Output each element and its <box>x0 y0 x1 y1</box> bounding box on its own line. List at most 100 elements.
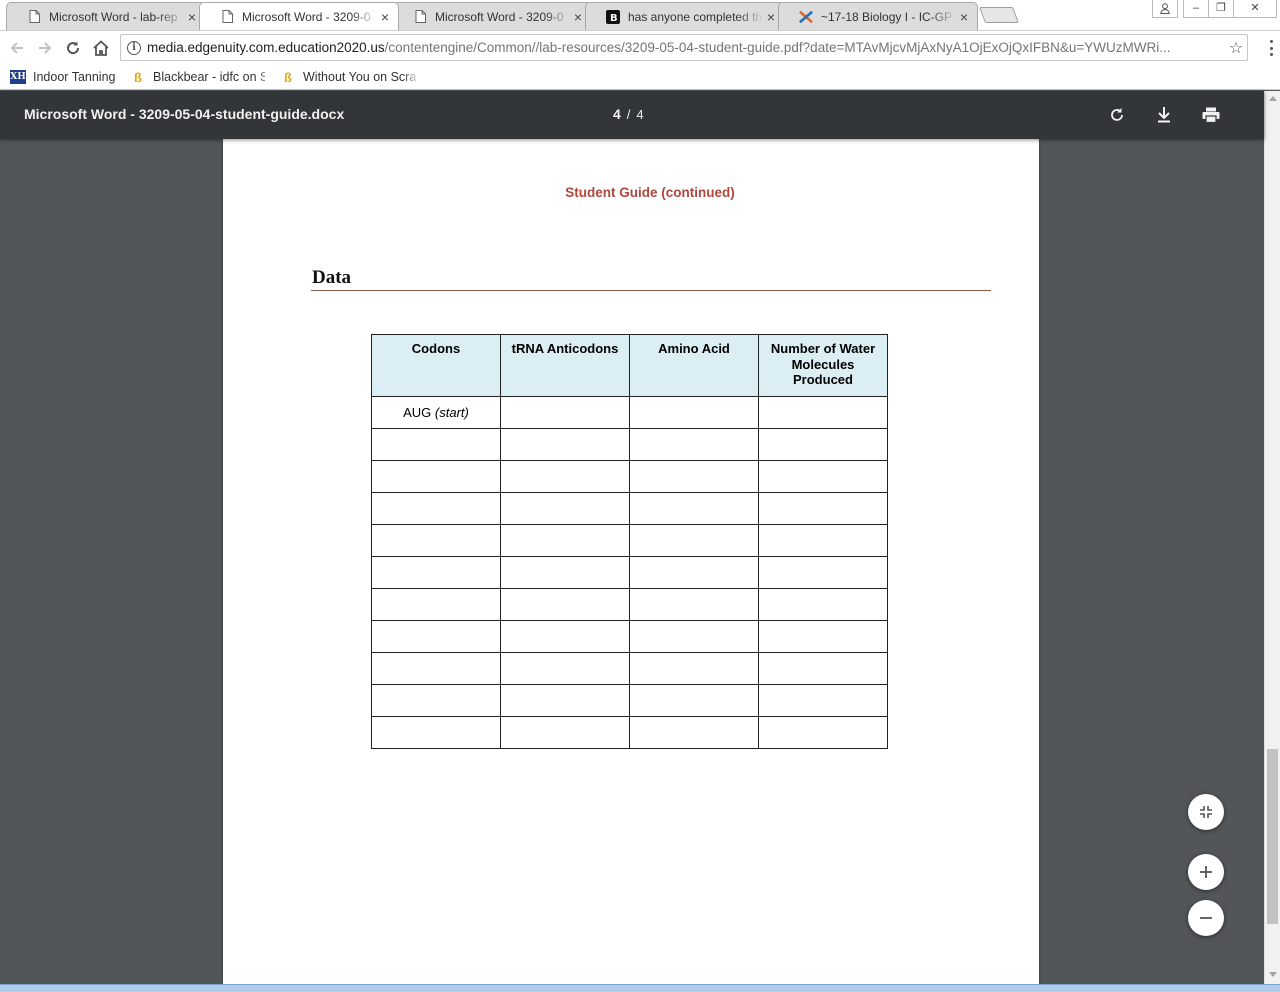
table-row <box>371 460 888 493</box>
tab-title: Microsoft Word - 3209-0 <box>435 9 564 24</box>
vertical-scrollbar[interactable] <box>1264 91 1280 984</box>
browser-menu-icon[interactable] <box>1268 40 1274 56</box>
document-icon <box>413 10 427 24</box>
document-title: Microsoft Word - 3209-05-04-student-guid… <box>24 106 345 122</box>
column-header: tRNA Anticodons <box>500 334 630 397</box>
forward-arrow-icon <box>39 42 52 54</box>
table-cell <box>629 428 759 461</box>
download-button[interactable] <box>1153 104 1175 126</box>
close-icon[interactable]: × <box>185 10 199 24</box>
table-row <box>371 524 888 557</box>
table-row <box>371 620 888 653</box>
home-button[interactable] <box>90 37 112 59</box>
browser-tab[interactable]: Microsoft Word - 3209-0 × <box>392 2 592 30</box>
scroll-up-arrow-icon[interactable] <box>1269 96 1277 101</box>
data-table: Codons tRNA Anticodons Amino Acid Number… <box>371 334 888 749</box>
table-cell <box>371 684 501 717</box>
table-row <box>371 684 888 717</box>
close-icon[interactable]: × <box>957 10 971 24</box>
table-row: AUG (start) <box>371 396 888 429</box>
url-host: media.edgenuity.com.education2020.us <box>147 40 385 55</box>
table-row <box>371 428 888 461</box>
browser-tab[interactable]: B has anyone completed th × <box>585 2 785 30</box>
info-icon[interactable]: i <box>127 40 141 55</box>
pdf-viewport[interactable]: Student Guide (continued) Data Codons tR… <box>0 91 1264 984</box>
close-icon[interactable]: × <box>764 10 778 24</box>
rotate-button[interactable] <box>1106 104 1128 126</box>
bookmarks-bar: XH Indoor Tanning ß Blackbear - idfc on … <box>0 64 1280 90</box>
table-cell <box>371 716 501 749</box>
table-cell <box>629 460 759 493</box>
table-cell <box>500 492 630 525</box>
fit-page-button[interactable] <box>1188 794 1224 830</box>
browser-tab-active[interactable]: Microsoft Word - 3209-0 × <box>199 2 399 30</box>
browser-tab[interactable]: ~17-18 Biology I - IC-GP × <box>778 2 978 30</box>
table-cell <box>629 716 759 749</box>
table-cell <box>629 492 759 525</box>
reload-icon <box>67 41 80 55</box>
table-cell <box>500 524 630 557</box>
table-cell <box>371 652 501 685</box>
table-cell <box>758 556 888 589</box>
bookmark-label: Blackbear - idfc on Sc <box>153 70 265 84</box>
download-icon <box>1158 107 1170 123</box>
zoom-out-button[interactable] <box>1188 900 1224 936</box>
total-pages: 4 <box>636 107 644 122</box>
table-cell <box>500 620 630 653</box>
close-icon[interactable]: × <box>378 10 392 24</box>
url-text[interactable]: media.edgenuity.com.education2020.us/con… <box>147 40 1225 55</box>
new-tab-button[interactable] <box>979 7 1019 23</box>
bookmark-star-icon[interactable]: ☆ <box>1225 38 1247 58</box>
table-cell <box>371 428 501 461</box>
rotate-icon <box>1111 108 1123 121</box>
back-button[interactable] <box>6 37 28 59</box>
taskbar <box>0 984 1280 992</box>
bookmark-item[interactable]: XH Indoor Tanning <box>10 68 122 86</box>
codon-value: AUG <box>403 405 432 420</box>
profile-icon[interactable] <box>1152 0 1178 18</box>
print-button[interactable] <box>1200 104 1222 126</box>
table-cell <box>758 460 888 493</box>
table-cell <box>629 652 759 685</box>
document-icon <box>27 10 41 24</box>
table-cell <box>758 428 888 461</box>
restore-button[interactable]: ❐ <box>1208 0 1234 18</box>
table-cell <box>629 588 759 621</box>
table-cell <box>500 428 630 461</box>
reload-button[interactable] <box>62 37 84 59</box>
table-cell <box>629 684 759 717</box>
forward-button[interactable] <box>34 37 56 59</box>
bookmark-item[interactable]: ß Without You on Scrat <box>280 68 416 86</box>
address-bar[interactable]: i media.edgenuity.com.education2020.us/c… <box>120 34 1248 61</box>
table-cell <box>500 556 630 589</box>
page-indicator: 4 / 4 <box>613 106 644 122</box>
scroll-down-arrow-icon[interactable] <box>1269 972 1277 977</box>
table-row <box>371 492 888 525</box>
table-cell <box>758 588 888 621</box>
section-title: Data <box>312 267 352 288</box>
table-cell <box>500 652 630 685</box>
browser-tab[interactable]: Microsoft Word - lab-rep × <box>6 2 206 30</box>
plus-icon <box>1200 866 1212 878</box>
zoom-in-button[interactable] <box>1188 854 1224 890</box>
bookmark-item[interactable]: ß Blackbear - idfc on Sc <box>130 68 265 86</box>
bookmark-label: Without You on Scrat <box>303 70 416 84</box>
table-cell <box>758 620 888 653</box>
tab-strip: Microsoft Word - lab-rep × Microsoft Wor… <box>0 0 1280 30</box>
scroll-thumb[interactable] <box>1267 749 1278 924</box>
print-icon <box>1202 107 1220 123</box>
table-cell <box>758 652 888 685</box>
column-header: Number of Water Molecules Produced <box>758 334 888 397</box>
close-window-button[interactable]: ✕ <box>1233 0 1277 18</box>
table-cell <box>371 460 501 493</box>
url-path: /contentengine/Common//lab-resources/320… <box>384 40 1171 55</box>
document-icon <box>220 10 234 24</box>
table-cell <box>758 716 888 749</box>
minimize-button[interactable]: – <box>1183 0 1209 18</box>
home-icon <box>93 40 109 56</box>
current-page[interactable]: 4 <box>613 106 621 122</box>
bookmark-coin-icon: ß <box>134 69 142 85</box>
close-icon[interactable]: × <box>571 10 585 24</box>
table-cell: AUG (start) <box>371 396 501 429</box>
tab-title: ~17-18 Biology I - IC-GP <box>821 9 953 24</box>
